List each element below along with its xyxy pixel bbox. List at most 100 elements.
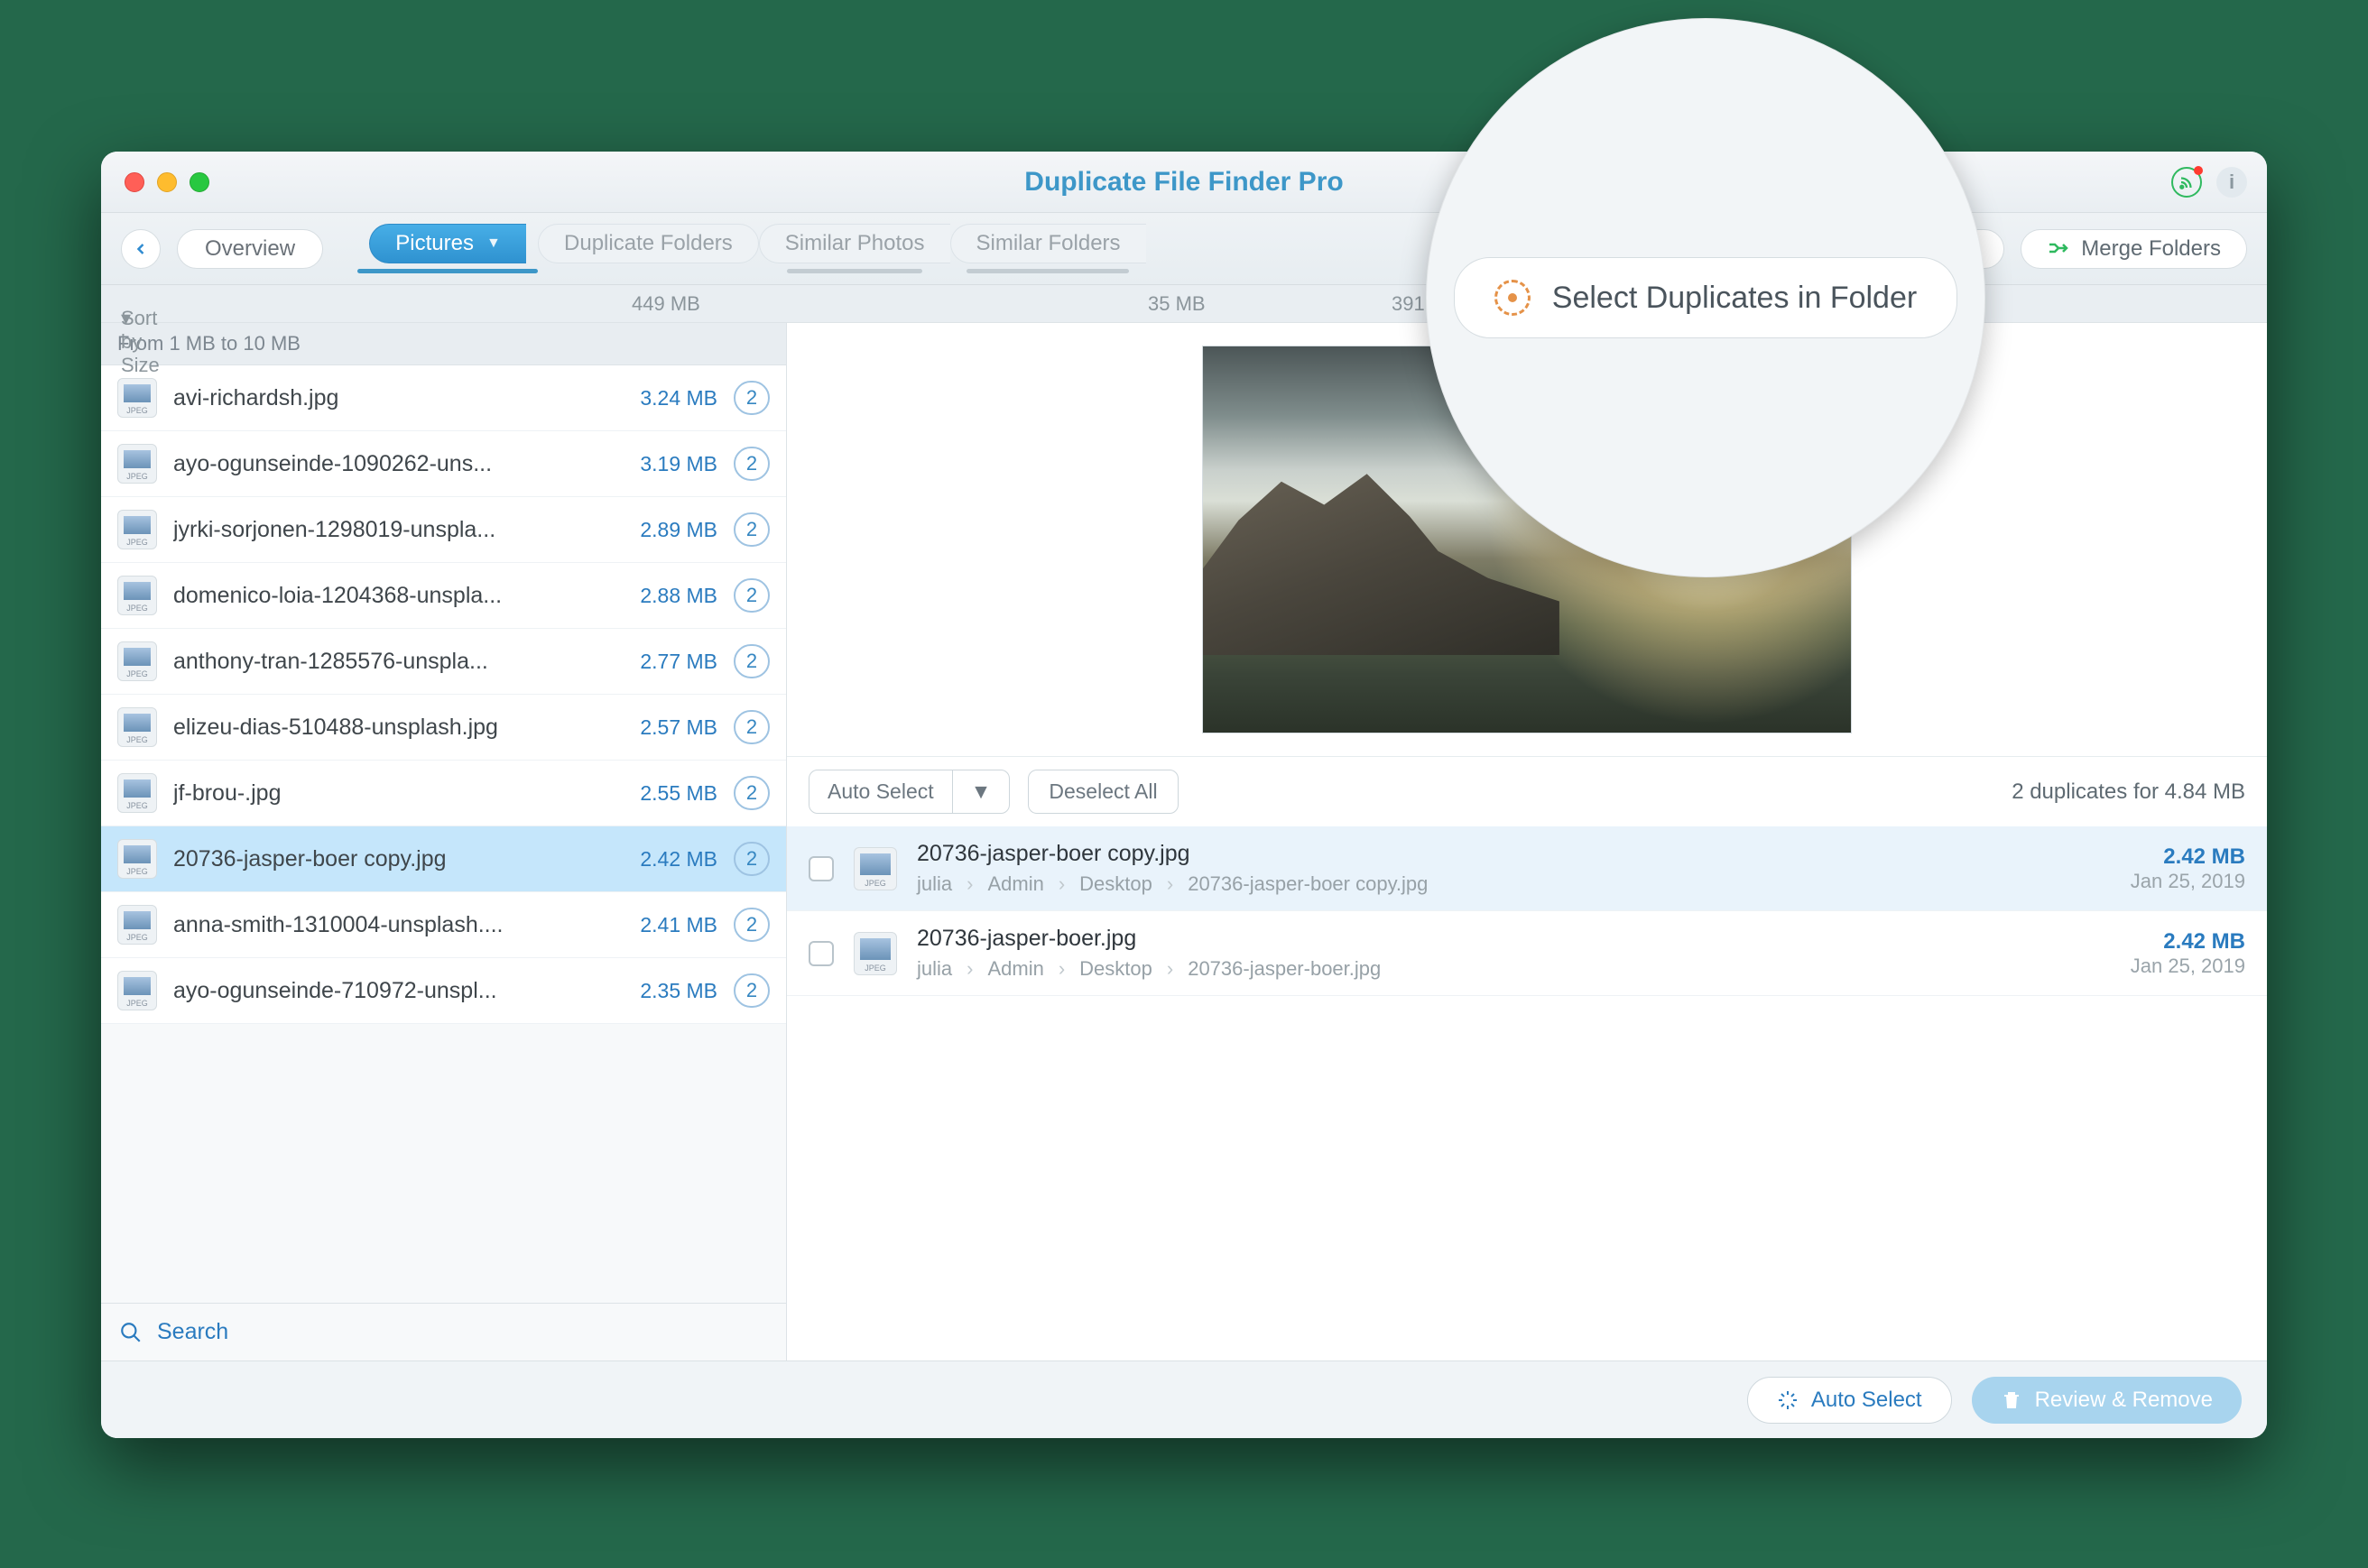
breadcrumb-segment: Admin [987,872,1043,896]
file-row[interactable]: avi-richardsh.jpg3.24 MB2 [101,365,786,431]
button-label: Merge Folders [2081,236,2221,262]
select-checkbox[interactable] [809,856,834,881]
review-and-remove-button[interactable]: Review & Remove [1972,1377,2242,1424]
file-size: 2.41 MB [618,913,717,937]
file-list[interactable]: avi-richardsh.jpg3.24 MB2ayo-ogunseinde-… [101,365,786,1303]
chevron-right-icon: › [967,872,973,896]
trash-icon [2001,1389,2022,1411]
updates-badge [2194,166,2203,175]
tab-duplicate-folders[interactable]: Duplicate Folders [538,224,759,263]
merge-icon [2047,238,2068,260]
deselect-all-button[interactable]: Deselect All [1028,770,1178,814]
chevron-down-icon: ▼ [486,235,501,252]
duplicates-list[interactable]: 20736-jasper-boer copy.jpg julia›Admin›De… [787,826,2267,1360]
duplicate-size: 2.42 MB [2131,929,2245,955]
tab-label: Duplicate Folders [564,231,733,256]
chevron-right-icon: › [967,957,973,981]
minimize-window-button[interactable] [157,172,177,192]
duplicate-file-name: 20736-jasper-boer copy.jpg [917,841,1428,867]
target-icon [1494,280,1531,316]
auto-select-button-label: Auto Select [809,770,952,813]
file-size: 2.57 MB [618,715,717,740]
file-row[interactable]: elizeu-dias-510488-unsplash.jpg 2.57 MB 2 [101,695,786,761]
duplicate-size: 2.42 MB [2131,844,2245,870]
duplicate-count-badge: 2 [734,381,770,415]
magnified-button: Select Duplicates in Folder [1454,257,1957,338]
breadcrumb-segment: julia [917,872,952,896]
magnifier-callout: Select Duplicates in Folder [1426,18,1985,577]
updates-button[interactable] [2171,167,2202,198]
file-size: 2.55 MB [618,781,717,806]
file-row[interactable]: jyrki-sorjonen-1298019-unspla...2.89 MB2 [101,497,786,563]
file-row[interactable]: ayo-ogunseinde-710972-unspl... 2.35 MB 2 [101,958,786,1024]
duplicate-date: Jan 25, 2019 [2131,955,2245,978]
file-size: 2.89 MB [618,518,717,542]
duplicate-count-badge: 2 [734,578,770,613]
chevron-right-icon: › [1059,957,1065,981]
overview-button[interactable]: Overview [177,229,323,269]
file-name: ayo-ogunseinde-710972-unspl... [173,978,602,1004]
file-thumbnail [117,707,157,747]
duplicate-info: 20736-jasper-boer copy.jpgjulia›Admin›De… [917,841,1428,896]
duplicate-count-badge: 2 [734,908,770,942]
file-thumbnail [117,576,157,615]
file-name: anna-smith-1310004-unsplash.... [173,912,602,938]
info-button[interactable]: i [2216,167,2247,198]
duplicate-count-badge: 2 [734,512,770,547]
duplicate-row[interactable]: 20736-jasper-boer copy.jpgjulia›Admin›De… [787,826,2267,911]
file-row[interactable]: 20736-jasper-boer copy.jpg 2.42 MB 2 [101,826,786,892]
duplicate-row[interactable]: 20736-jasper-boer.jpg julia›Admin›Desktop… [787,911,2267,996]
file-size: 2.42 MB [618,847,717,872]
file-row[interactable]: ayo-ogunseinde-1090262-uns... 3.19 MB 2 [101,431,786,497]
chevron-right-icon: › [1059,872,1065,896]
file-thumbnail [117,510,157,549]
file-thumbnail [117,839,157,879]
file-name: jf-brou-.jpg [173,780,602,807]
file-thumbnail [117,971,157,1010]
file-size: 3.19 MB [618,452,717,476]
duplicate-count-badge: 2 [734,842,770,876]
tab-label: Similar Photos [785,231,925,256]
tab-progress-bar [357,269,538,273]
file-row[interactable]: anthony-tran-1285576-unspla...2.77 MB2 [101,629,786,695]
tab-size-similar-photos: 35 MB [1148,292,1206,316]
file-row[interactable]: anna-smith-1310004-unsplash.... 2.41 MB 2 [101,892,786,958]
tab-size-pictures: 449 MB [632,292,700,316]
search-field[interactable]: Search [101,1303,786,1360]
file-size: 2.77 MB [618,650,717,674]
close-window-button[interactable] [125,172,144,192]
file-row[interactable]: domenico-loia-1204368-unspla...2.88 MB2 [101,563,786,629]
file-size: 2.35 MB [618,979,717,1003]
file-name: ayo-ogunseinde-1090262-uns... [173,451,602,477]
duplicate-info: 20736-jasper-boer.jpg julia›Admin›Desktop… [917,926,1381,981]
file-name: 20736-jasper-boer copy.jpg [173,846,602,872]
duplicates-summary: 2 duplicates for 4.84 MB [2012,779,2245,805]
duplicate-meta: 2.42 MBJan 25, 2019 [2131,929,2245,978]
chevron-down-icon[interactable]: ▼ [952,770,1010,813]
zoom-window-button[interactable] [190,172,209,192]
tab-pictures[interactable]: Pictures ▼ [369,224,526,263]
footer-auto-select-button[interactable]: Auto Select [1747,1377,1952,1424]
chevron-right-icon: › [1167,872,1173,896]
duplicate-count-badge: 2 [734,973,770,1008]
file-name: elizeu-dias-510488-unsplash.jpg [173,715,602,741]
duplicate-count-badge: 2 [734,447,770,481]
search-icon [119,1321,143,1344]
file-thumbnail [854,932,897,975]
breadcrumb: julia›Admin›Desktop›20736-jasper-boer.jp… [917,957,1381,981]
duplicate-meta: 2.42 MBJan 25, 2019 [2131,844,2245,893]
breadcrumb: julia›Admin›Desktop›20736-jasper-boer co… [917,872,1428,896]
select-checkbox[interactable] [809,941,834,966]
duplicate-count-badge: 2 [734,644,770,678]
file-name: domenico-loia-1204368-unspla... [173,583,602,609]
duplicate-file-name: 20736-jasper-boer.jpg [917,926,1381,952]
file-row[interactable]: jf-brou-.jpg2.55 MB2 [101,761,786,826]
tab-progress-bar [967,269,1129,273]
back-button[interactable] [121,229,161,269]
merge-folders-button[interactable]: Merge Folders [2021,229,2247,269]
duplicate-count-badge: 2 [734,710,770,744]
tab-similar-folders[interactable]: Similar Folders [950,224,1146,263]
duplicates-toolbar: Auto Select ▼ Deselect All 2 duplicates … [787,756,2267,826]
tab-similar-photos[interactable]: Similar Photos [759,224,950,263]
auto-select-split-button[interactable]: Auto Select ▼ [809,770,1010,814]
